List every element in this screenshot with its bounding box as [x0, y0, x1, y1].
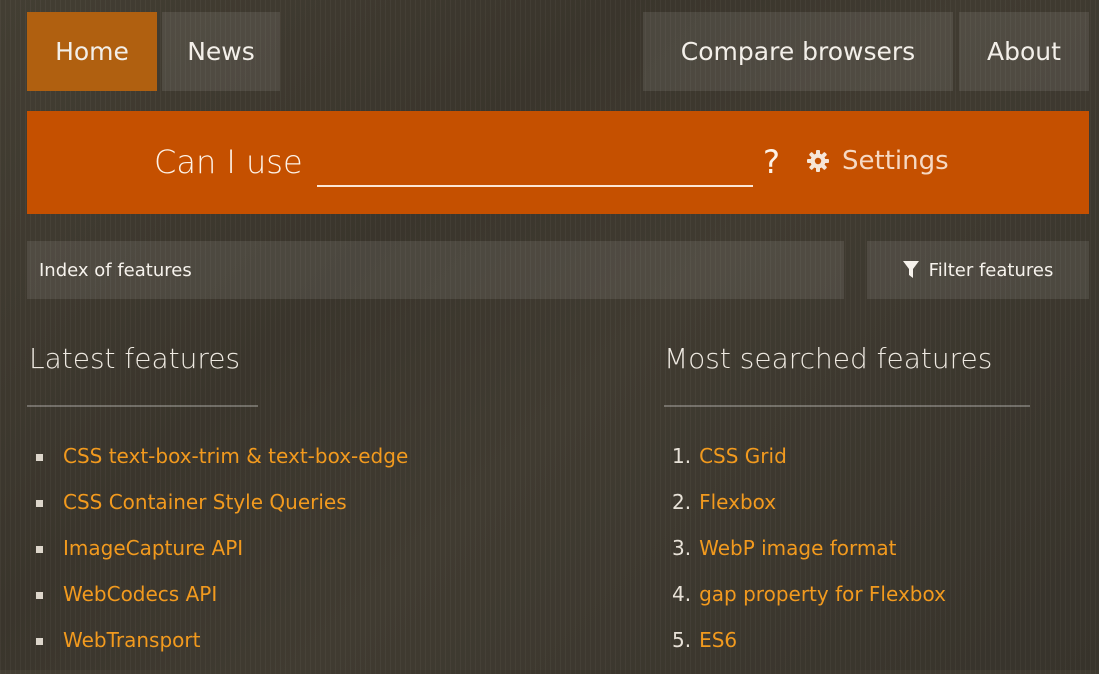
feature-link[interactable]: WebCodecs API	[63, 582, 217, 606]
feature-link[interactable]: CSS text-box-trim & text-box-edge	[63, 444, 408, 468]
feature-link[interactable]: WebTransport	[63, 628, 200, 652]
bullet-icon	[36, 638, 43, 645]
most-searched-heading: Most searched features	[664, 342, 993, 375]
list-item: ImageCapture API	[36, 536, 408, 582]
bullet-icon	[36, 500, 43, 507]
index-of-features-link[interactable]: Index of features	[27, 241, 844, 299]
rank-number: 5.	[672, 628, 692, 652]
latest-features-divider	[27, 405, 258, 407]
rank-number: 3.	[672, 536, 692, 560]
bullet-icon	[36, 454, 43, 461]
list-item: CSS text-box-trim & text-box-edge	[36, 444, 408, 490]
index-of-features-label: Index of features	[39, 259, 192, 281]
gear-icon	[807, 150, 829, 172]
list-item: CSS Container Style Queries	[36, 490, 408, 536]
bullet-icon	[36, 592, 43, 599]
feature-link[interactable]: ES6	[699, 628, 737, 652]
feature-link[interactable]: CSS Grid	[699, 444, 787, 468]
list-item: 4. gap property for Flexbox	[672, 582, 946, 628]
nav-tab-about[interactable]: About	[959, 12, 1089, 91]
list-item: 1. CSS Grid	[672, 444, 946, 490]
feature-link[interactable]: CSS Container Style Queries	[63, 490, 347, 514]
search-bar: Can I use ? Settings	[27, 111, 1089, 214]
feature-link[interactable]: gap property for Flexbox	[699, 582, 946, 606]
list-item: WebCodecs API	[36, 582, 408, 628]
latest-features-list: CSS text-box-trim & text-box-edge CSS Co…	[36, 444, 408, 674]
most-searched-list: 1. CSS Grid 2. Flexbox 3. WebP image format…	[672, 444, 946, 674]
list-item: 3. WebP image format	[672, 536, 946, 582]
filter-funnel-icon	[902, 261, 919, 278]
list-item: 2. Flexbox	[672, 490, 946, 536]
feature-link[interactable]: Flexbox	[699, 490, 776, 514]
search-prefix-label: Can I use	[154, 143, 303, 181]
nav-tab-news[interactable]: News	[162, 12, 280, 91]
rank-number: 4.	[672, 582, 692, 606]
list-item: 5. ES6	[672, 628, 946, 674]
feature-link[interactable]: ImageCapture API	[63, 536, 243, 560]
search-input[interactable]	[317, 139, 753, 187]
feature-link[interactable]: WebP image format	[699, 536, 896, 560]
filter-features-label: Filter features	[928, 259, 1054, 281]
rank-number: 1.	[672, 444, 692, 468]
rank-number: 2.	[672, 490, 692, 514]
most-searched-divider	[664, 405, 1030, 407]
search-suffix-label: ?	[763, 143, 780, 181]
list-item: WebTransport	[36, 628, 408, 674]
nav-tab-compare-browsers[interactable]: Compare browsers	[643, 12, 953, 91]
bullet-icon	[36, 546, 43, 553]
filter-features-button[interactable]: Filter features	[867, 241, 1089, 299]
nav-tab-home[interactable]: Home	[27, 12, 157, 91]
settings-button[interactable]: Settings	[806, 143, 949, 179]
latest-features-heading: Latest features	[29, 342, 241, 375]
settings-label: Settings	[842, 146, 949, 176]
